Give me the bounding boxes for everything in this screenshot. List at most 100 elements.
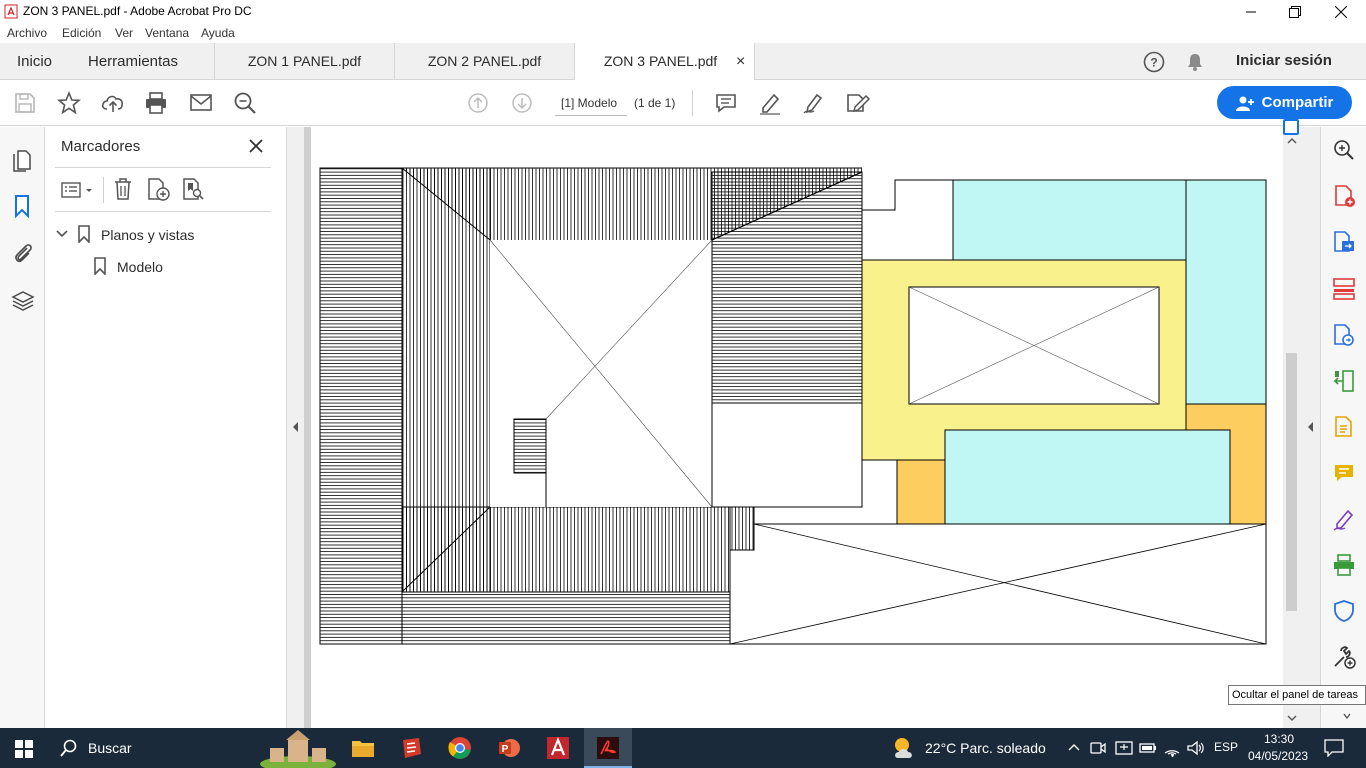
acrobat-app-icon [4, 4, 18, 19]
scroll-thumb[interactable] [1286, 353, 1297, 611]
floor-plan-drawing [319, 167, 1267, 645]
help-icon[interactable]: ? [1143, 51, 1165, 73]
bell-icon[interactable] [1185, 52, 1205, 72]
windows-start-icon[interactable] [15, 740, 33, 758]
maximize-button[interactable] [1272, 0, 1318, 23]
print-icon[interactable] [143, 90, 169, 116]
tab-zon2[interactable]: ZON 2 PANEL.pdf [395, 43, 575, 80]
attachment-icon[interactable] [12, 241, 34, 265]
comment-tool-icon[interactable] [1331, 460, 1357, 486]
tab-zon1[interactable]: ZON 1 PANEL.pdf [215, 43, 395, 80]
new-bookmark-icon[interactable] [146, 177, 170, 201]
meet-icon[interactable] [1090, 740, 1106, 756]
layers-icon[interactable] [11, 289, 35, 313]
protect-shield-icon[interactable] [1331, 598, 1357, 624]
weather-icon[interactable] [890, 734, 920, 762]
clock-date[interactable]: 04/05/2023 [1248, 749, 1308, 763]
wifi-icon[interactable] [1163, 739, 1181, 757]
bookmark-icon [78, 225, 90, 243]
mail-icon[interactable] [188, 90, 214, 116]
organize-pages-icon[interactable] [1331, 276, 1357, 302]
courtyard-void [489, 239, 713, 508]
chevron-down-icon[interactable] [56, 228, 68, 240]
menu-ayuda[interactable]: Ayuda [201, 26, 235, 40]
scan-ocr-icon[interactable] [1331, 552, 1357, 578]
delete-bookmark-icon[interactable] [112, 177, 134, 201]
sketchup-icon[interactable] [399, 736, 423, 760]
zoom-in-icon[interactable] [1331, 137, 1357, 163]
vertical-scrollbar[interactable] [1283, 127, 1300, 728]
tab-inicio[interactable]: Inicio [17, 43, 52, 80]
chrome-icon[interactable] [448, 736, 472, 760]
tab-close-icon[interactable]: × [736, 43, 745, 80]
export-pdf-icon[interactable] [1331, 229, 1357, 255]
input-language[interactable]: ESP [1214, 740, 1238, 754]
sign-pen-icon[interactable] [801, 90, 827, 116]
comment-icon[interactable] [713, 90, 739, 116]
highlight-pen-icon[interactable] [757, 90, 783, 116]
menu-ventana[interactable]: Ventana [145, 26, 189, 40]
compare-icon[interactable] [1331, 368, 1357, 394]
next-page-icon[interactable] [509, 90, 535, 116]
network-adapter-icon[interactable] [1115, 739, 1133, 757]
upload-cloud-icon[interactable] [100, 90, 126, 116]
acrobat-taskbar-button[interactable] [584, 728, 632, 768]
colored-zones [861, 179, 1267, 525]
bookmark-item-modelo[interactable]: Modelo [117, 259, 163, 275]
bookmark-item-planos[interactable]: Planos y vistas [101, 227, 194, 243]
more-tools-icon[interactable] [1331, 644, 1357, 670]
menu-archivo[interactable]: Archivo [7, 26, 47, 40]
show-hidden-icons-icon[interactable] [1068, 743, 1080, 751]
menu-edicion[interactable]: Edición [62, 26, 101, 40]
right-splitter[interactable] [1300, 127, 1320, 728]
page-number-field[interactable]: [1] Modelo [555, 94, 627, 116]
edit-pdf-icon[interactable] [1331, 322, 1357, 348]
file-explorer-icon[interactable] [351, 738, 375, 758]
tab-zon3[interactable]: ZON 3 PANEL.pdf × [575, 43, 755, 81]
search-placeholder: Buscar [88, 740, 132, 756]
signin-link[interactable]: Iniciar sesión [1236, 52, 1332, 69]
page-thumbnails-icon[interactable] [11, 148, 33, 172]
combine-files-icon[interactable] [1331, 414, 1357, 440]
bookmark-options-icon[interactable] [61, 180, 95, 200]
volume-icon[interactable] [1186, 739, 1204, 757]
save-icon[interactable] [12, 90, 38, 116]
prev-page-icon[interactable] [465, 90, 491, 116]
panel-tool-divider [103, 177, 104, 203]
search-bookmark-icon[interactable] [181, 177, 205, 201]
bottom-void [729, 523, 1267, 645]
close-window-button[interactable] [1318, 0, 1364, 23]
minimize-button[interactable] [1228, 0, 1274, 23]
close-panel-icon[interactable] [249, 139, 263, 153]
toolbar-divider [692, 90, 693, 116]
title-bar: ZON 3 PANEL.pdf - Adobe Acrobat Pro DC [0, 0, 1366, 23]
panel-splitter[interactable] [286, 127, 304, 728]
star-icon[interactable] [56, 90, 82, 116]
window-title: ZON 3 PANEL.pdf - Adobe Acrobat Pro DC [23, 4, 252, 18]
fill-sign-icon[interactable] [845, 90, 871, 116]
collapse-right-icon[interactable] [1306, 421, 1314, 433]
svg-text:?: ? [1150, 56, 1157, 70]
document-view [311, 127, 1283, 728]
fill-sign-tool-icon[interactable] [1331, 506, 1357, 532]
plain-room [711, 402, 863, 508]
panel-divider [55, 211, 271, 212]
create-pdf-icon[interactable] [1331, 183, 1357, 209]
tooltip: Ocultar el panel de tareas [1228, 685, 1366, 705]
scroll-down-icon[interactable] [1287, 714, 1297, 722]
notifications-icon[interactable] [1324, 739, 1344, 757]
scroll-down-small-icon[interactable] [1343, 712, 1351, 720]
powerpoint-icon[interactable]: P [497, 736, 521, 760]
share-button[interactable]: Compartir [1217, 86, 1352, 119]
menu-ver[interactable]: Ver [115, 26, 133, 40]
taskbar-search-box[interactable]: Buscar [48, 728, 338, 768]
add-user-icon [1235, 96, 1254, 111]
autocad-icon[interactable] [546, 736, 570, 760]
zoom-search-icon[interactable] [232, 90, 258, 116]
tab-herramientas[interactable]: Herramientas [88, 43, 178, 80]
bookmark-panel-icon[interactable] [13, 194, 31, 218]
battery-icon[interactable] [1139, 740, 1157, 756]
collapse-left-icon[interactable] [291, 421, 299, 433]
scroll-up-icon[interactable] [1287, 137, 1297, 145]
clock-time[interactable]: 13:30 [1264, 732, 1294, 746]
